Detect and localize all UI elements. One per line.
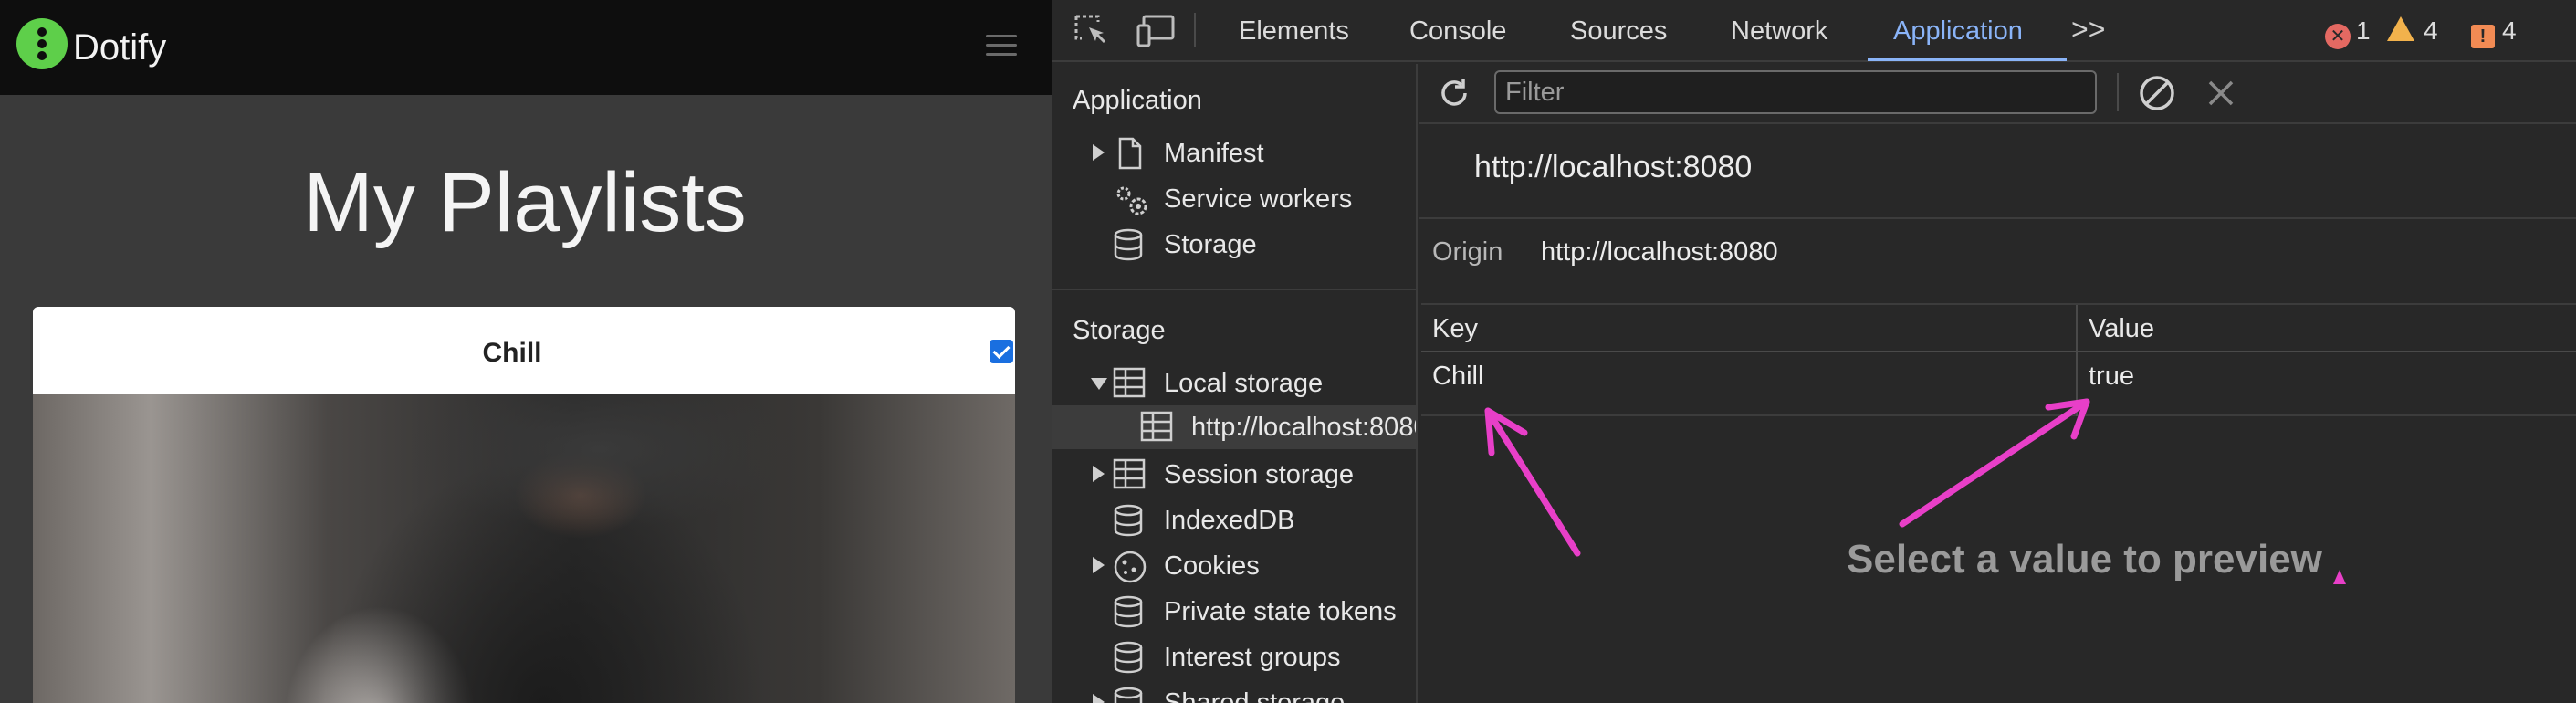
- tab-network[interactable]: Network: [1731, 16, 1827, 47]
- sidebar-item-session-storage[interactable]: Session storage: [1052, 453, 1416, 497]
- sidebar-item-indexeddb[interactable]: IndexedDB: [1052, 498, 1416, 542]
- origin-value: http://localhost:8080: [1541, 237, 1778, 267]
- expand-arrow-icon[interactable]: [1093, 466, 1105, 482]
- table-cell-key[interactable]: Chill: [1421, 352, 2076, 416]
- toolbar-divider: [1194, 13, 1196, 47]
- playlist-card-header: Chill: [33, 307, 1015, 394]
- gears-icon: [1113, 183, 1147, 215]
- error-count-badge[interactable]: ✕ 1: [2325, 16, 2371, 49]
- column-header-key[interactable]: Key: [1421, 305, 2076, 352]
- devtools-panel: Elements Console Sources Network Applica…: [1052, 0, 2576, 703]
- warning-count: 4: [2424, 16, 2438, 45]
- sidebar-item-interest-groups[interactable]: Interest groups: [1052, 635, 1416, 679]
- database-icon: [1113, 504, 1144, 537]
- sidebar-item-label: Storage: [1164, 230, 1257, 259]
- more-tabs-icon[interactable]: >>: [2071, 13, 2105, 47]
- sidebar-item-service-workers[interactable]: Service workers: [1052, 177, 1416, 221]
- tab-elements[interactable]: Elements: [1239, 16, 1349, 47]
- issues-count-badge[interactable]: ! 4: [2471, 16, 2517, 48]
- cookie-icon: [1113, 550, 1147, 583]
- storage-table: Key Value Chill true: [1421, 303, 2576, 416]
- tab-console[interactable]: Console: [1409, 16, 1506, 47]
- table-icon: [1140, 411, 1173, 442]
- playlist-cover-image: [33, 394, 1015, 703]
- hamburger-menu-icon[interactable]: [986, 35, 1017, 58]
- sidebar-item-label: Local storage: [1164, 369, 1324, 398]
- database-icon: [1113, 687, 1144, 703]
- warning-count-badge[interactable]: 4: [2387, 16, 2438, 46]
- sidebar-item-localhost-origin[interactable]: http://localhost:8080: [1052, 405, 1418, 449]
- refresh-icon[interactable]: [1436, 75, 1472, 116]
- device-toolbar-icon[interactable]: [1136, 15, 1175, 47]
- table-icon: [1113, 458, 1146, 489]
- sidebar-item-label: Private state tokens: [1164, 597, 1397, 626]
- sidebar-item-local-storage[interactable]: Local storage: [1052, 362, 1416, 405]
- dotify-app: Dotify My Playlists Chill: [0, 0, 1052, 703]
- warning-icon: [2387, 16, 2414, 41]
- sidebar-item-label: Service workers: [1164, 184, 1353, 214]
- sidebar-item-label: http://localhost:8080: [1191, 413, 1418, 442]
- storage-toolbar: Filter: [1419, 64, 2576, 124]
- playlist-checkbox[interactable]: [990, 340, 1013, 363]
- sidebar-item-storage[interactable]: Storage: [1052, 223, 1416, 267]
- section-divider: [1052, 289, 1416, 290]
- database-icon: [1113, 595, 1144, 628]
- filter-input[interactable]: Filter: [1494, 70, 2097, 114]
- origin-label: Origin: [1432, 237, 1503, 267]
- collapse-arrow-icon[interactable]: [1091, 378, 1107, 390]
- tab-application[interactable]: Application: [1893, 16, 2023, 47]
- brand-name[interactable]: Dotify: [73, 27, 166, 68]
- table-cell-value[interactable]: true: [2078, 352, 2576, 416]
- sidebar-item-label: Manifest: [1164, 139, 1264, 168]
- sidebar-item-label: Cookies: [1164, 551, 1260, 581]
- navbar: Dotify: [0, 0, 1052, 95]
- database-icon: [1113, 641, 1144, 674]
- application-sidebar: Application Manifest Service workers Sto…: [1052, 64, 1418, 703]
- sidebar-item-label: Shared storage: [1164, 688, 1346, 703]
- issues-count: 4: [2502, 16, 2517, 45]
- table-icon: [1113, 367, 1146, 398]
- sidebar-item-label: Interest groups: [1164, 643, 1341, 672]
- sidebar-item-label: Session storage: [1164, 460, 1354, 489]
- database-icon: [1113, 228, 1144, 261]
- error-icon: ✕: [2325, 24, 2351, 49]
- sidebar-item-cookies[interactable]: Cookies: [1052, 544, 1416, 588]
- storage-viewer: Filter http://localhost:8080 Origin http…: [1419, 64, 2576, 703]
- dotify-logo-icon[interactable]: [16, 18, 68, 69]
- active-tab-indicator: [1868, 58, 2067, 61]
- document-icon: [1115, 137, 1146, 170]
- page-title: My Playlists: [303, 156, 747, 249]
- sidebar-item-private-state-tokens[interactable]: Private state tokens: [1052, 590, 1416, 634]
- tab-sources[interactable]: Sources: [1570, 16, 1667, 47]
- section-title-application: Application: [1073, 86, 1202, 115]
- expand-arrow-icon[interactable]: [1093, 144, 1105, 161]
- inspect-element-icon[interactable]: [1074, 15, 1111, 47]
- sidebar-item-label: IndexedDB: [1164, 506, 1295, 535]
- error-count: 1: [2356, 16, 2371, 45]
- devtools-tabbar: Elements Console Sources Network Applica…: [1052, 0, 2576, 62]
- origin-url-heading: http://localhost:8080: [1474, 150, 1753, 184]
- playlist-card[interactable]: Chill: [33, 307, 1015, 703]
- playlist-name: Chill: [482, 338, 542, 368]
- toolbar-divider: [2117, 73, 2119, 111]
- clear-all-icon[interactable]: [2137, 73, 2177, 118]
- section-title-storage: Storage: [1073, 316, 1166, 345]
- expand-arrow-icon[interactable]: [1093, 557, 1105, 573]
- expand-arrow-icon[interactable]: [1093, 694, 1105, 703]
- sidebar-item-shared-storage[interactable]: Shared storage: [1052, 681, 1416, 703]
- issues-icon: !: [2471, 25, 2495, 48]
- preview-placeholder: Select a value to preview: [1847, 537, 2322, 582]
- sidebar-item-manifest[interactable]: Manifest: [1052, 131, 1416, 175]
- delete-selected-icon[interactable]: [2204, 77, 2237, 114]
- column-header-value[interactable]: Value: [2078, 305, 2576, 352]
